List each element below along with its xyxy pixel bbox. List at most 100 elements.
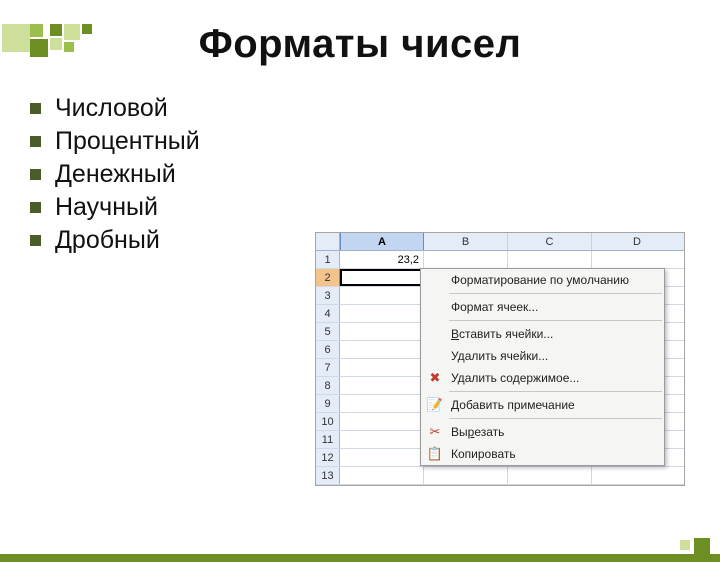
row-header[interactable]: 10 <box>316 413 340 430</box>
list-item: Денежный <box>26 160 296 189</box>
bullet-list: Числовой Процентный Денежный Научный Дро… <box>26 94 296 259</box>
table-row[interactable]: 13 <box>316 467 684 485</box>
accel-letter: В <box>451 327 459 341</box>
deco-square <box>64 24 80 40</box>
label-rest: обавить примечание <box>459 398 574 412</box>
cell[interactable] <box>424 251 508 268</box>
row-header[interactable]: 7 <box>316 359 340 376</box>
list-item-label: Научный <box>55 193 158 222</box>
menu-item-add-note[interactable]: 📝 Добавить примечание <box>421 394 664 416</box>
label-rest: езать <box>474 425 504 439</box>
deco-square <box>30 24 43 37</box>
deco-square <box>64 42 74 52</box>
row-header[interactable]: 9 <box>316 395 340 412</box>
label-rest: ставить ячейки... <box>459 327 553 341</box>
cell[interactable] <box>340 431 424 448</box>
menu-separator <box>449 418 662 419</box>
row-header[interactable]: 2 <box>316 269 340 286</box>
cell[interactable] <box>592 467 682 484</box>
cell[interactable] <box>592 251 682 268</box>
menu-item-label: Добавить примечание <box>449 398 664 412</box>
row-header[interactable]: 6 <box>316 341 340 358</box>
list-item-label: Процентный <box>55 127 200 156</box>
deco-square <box>82 24 92 34</box>
delete-icon: ✖ <box>421 367 449 389</box>
cell[interactable] <box>340 377 424 394</box>
row-header[interactable]: 13 <box>316 467 340 484</box>
cell[interactable] <box>340 305 424 322</box>
menu-item-label: Формат ячеек... <box>449 300 664 314</box>
menu-item-label: Удалить содержимое... <box>449 371 664 385</box>
cell[interactable] <box>340 323 424 340</box>
cell[interactable] <box>340 395 424 412</box>
row-header[interactable]: 4 <box>316 305 340 322</box>
deco-square <box>680 540 690 550</box>
deco-square <box>30 39 48 57</box>
menu-separator <box>449 391 662 392</box>
cell[interactable] <box>340 449 424 466</box>
deco-square <box>50 38 62 50</box>
row-header[interactable]: 12 <box>316 449 340 466</box>
column-header-b[interactable]: B <box>424 233 508 250</box>
list-item-label: Денежный <box>55 160 176 189</box>
column-header-a[interactable]: A <box>340 233 424 250</box>
menu-item-delete-cells[interactable]: Удалить ячейки... <box>421 345 664 367</box>
blank-icon <box>421 269 449 291</box>
row-header[interactable]: 3 <box>316 287 340 304</box>
column-header-c[interactable]: C <box>508 233 592 250</box>
row-header[interactable]: 8 <box>316 377 340 394</box>
menu-separator <box>449 293 662 294</box>
bullet-icon <box>30 235 41 246</box>
deco-square <box>2 24 30 52</box>
select-all-corner[interactable] <box>316 233 340 250</box>
cell[interactable] <box>508 467 592 484</box>
menu-item-label: Вставить ячейки... <box>449 327 664 341</box>
row-header[interactable]: 5 <box>316 323 340 340</box>
context-menu: Форматирование по умолчанию Формат ячеек… <box>420 268 665 466</box>
row-header[interactable]: 11 <box>316 431 340 448</box>
row-header[interactable]: 1 <box>316 251 340 268</box>
cell[interactable] <box>340 467 424 484</box>
deco-square <box>50 24 62 36</box>
column-header-d[interactable]: D <box>592 233 682 250</box>
footer-bar <box>0 554 720 562</box>
menu-item-delete-content[interactable]: ✖ Удалить содержимое... <box>421 367 664 389</box>
cut-icon: ✂ <box>421 421 449 443</box>
bullet-icon <box>30 202 41 213</box>
cell[interactable] <box>424 467 508 484</box>
list-item-label: Дробный <box>55 226 160 255</box>
blank-icon <box>421 345 449 367</box>
menu-item-label: Форматирование по умолчанию <box>449 273 664 287</box>
bullet-icon <box>30 169 41 180</box>
table-row[interactable]: 1 23,2 <box>316 251 684 269</box>
cell[interactable] <box>340 413 424 430</box>
list-item: Научный <box>26 193 296 222</box>
menu-item-label: Удалить ячейки... <box>449 349 664 363</box>
cell[interactable] <box>340 341 424 358</box>
menu-item-copy[interactable]: 📋 Копировать <box>421 443 664 465</box>
menu-item-label: Вырезать <box>449 425 664 439</box>
list-item: Процентный <box>26 127 296 156</box>
slide-title: Форматы чисел <box>0 22 720 67</box>
menu-separator <box>449 320 662 321</box>
deco-square <box>694 538 710 554</box>
menu-item-format-cells[interactable]: Формат ячеек... <box>421 296 664 318</box>
menu-item-default-format[interactable]: Форматирование по умолчанию <box>421 269 664 291</box>
column-header-row: A B C D <box>316 233 684 251</box>
cell[interactable] <box>340 287 424 304</box>
label-pre: Вы <box>451 425 468 439</box>
bullet-icon <box>30 103 41 114</box>
menu-item-insert-cells[interactable]: Вставить ячейки... <box>421 323 664 345</box>
blank-icon <box>421 296 449 318</box>
menu-item-label: Копировать <box>449 447 664 461</box>
copy-icon: 📋 <box>421 443 449 465</box>
cell[interactable] <box>340 359 424 376</box>
cell-a1[interactable]: 23,2 <box>340 251 424 268</box>
list-item: Числовой <box>26 94 296 123</box>
cell[interactable] <box>508 251 592 268</box>
list-item-label: Числовой <box>55 94 168 123</box>
note-icon: 📝 <box>421 394 449 416</box>
blank-icon <box>421 323 449 345</box>
cell-selected[interactable] <box>340 269 424 286</box>
menu-item-cut[interactable]: ✂ Вырезать <box>421 421 664 443</box>
